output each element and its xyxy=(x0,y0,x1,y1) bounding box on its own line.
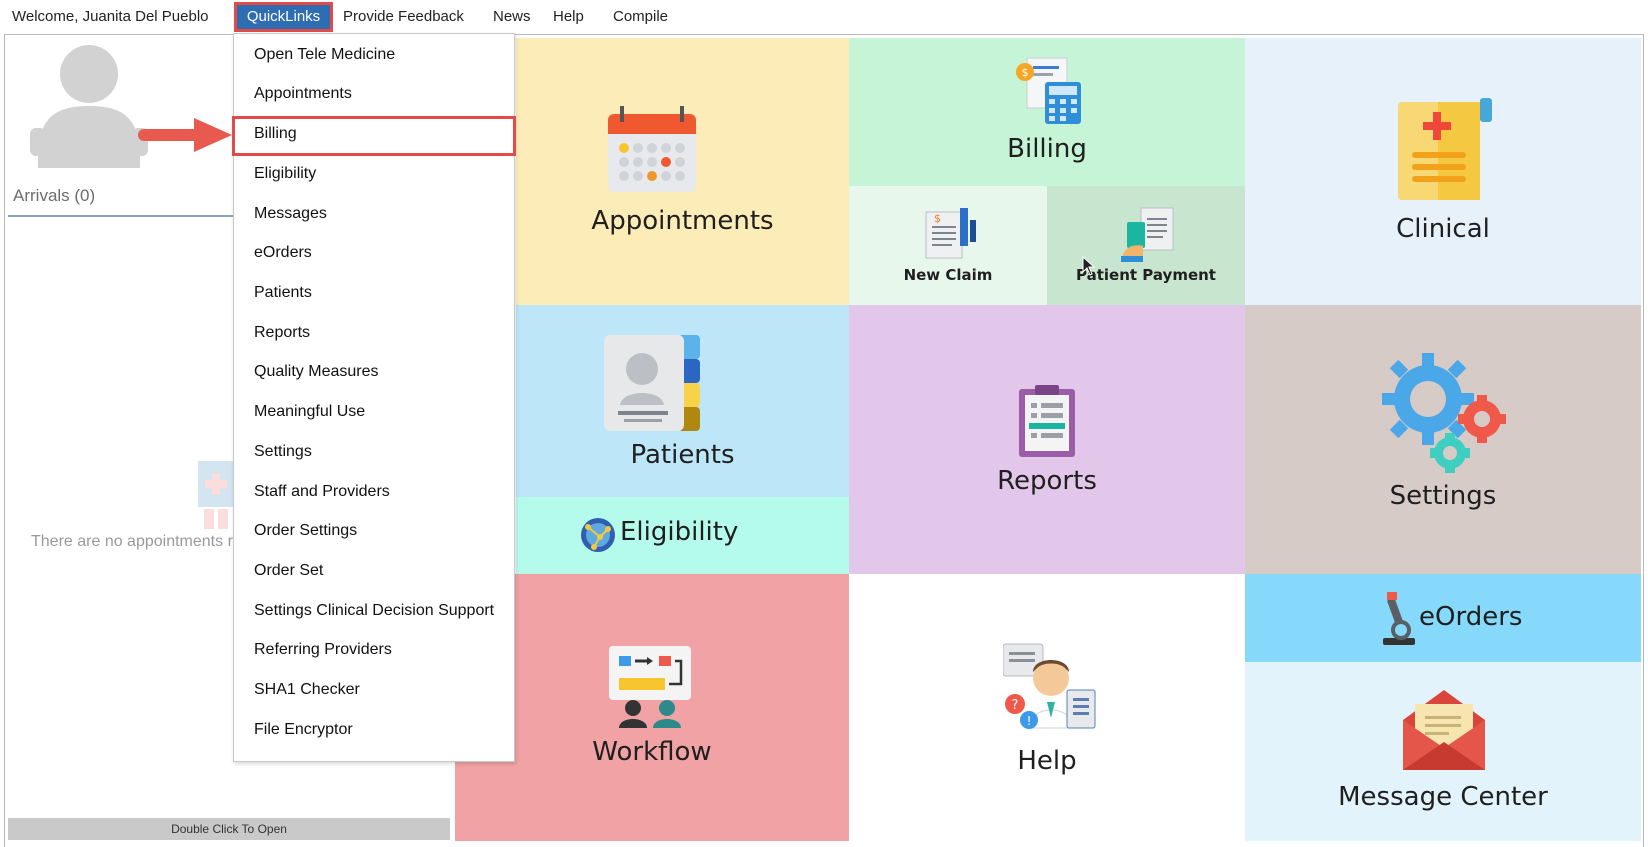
patients-tile[interactable]: Patients xyxy=(516,305,849,497)
svg-text:?: ? xyxy=(1012,698,1019,713)
new-claim-label: New Claim xyxy=(903,266,993,284)
billing-tile[interactable]: $ Billing xyxy=(849,38,1245,186)
patient-payment-label: Patient Payment xyxy=(1076,266,1216,284)
menu-item-eorders[interactable]: eOrders xyxy=(254,244,312,262)
annotation-arrow-icon xyxy=(138,118,232,152)
menu-item-eligibility[interactable]: Eligibility xyxy=(254,165,316,183)
reports-tile-label: Reports xyxy=(997,466,1097,496)
eorders-tile-label: eOrders xyxy=(1419,602,1523,632)
menu-item-quality-measures[interactable]: Quality Measures xyxy=(254,363,379,381)
help-tile[interactable]: ? ! Help xyxy=(849,574,1245,841)
reports-tile[interactable]: Reports xyxy=(849,305,1245,574)
svg-text:$: $ xyxy=(934,212,941,225)
svg-text:!: ! xyxy=(1027,714,1032,728)
menu-item-file-encryptor[interactable]: File Encryptor xyxy=(254,721,353,739)
welcome-text: Welcome, Juanita Del Pueblo xyxy=(12,8,209,25)
news-link[interactable]: News xyxy=(493,8,531,25)
clinical-record-icon xyxy=(1398,98,1492,200)
menu-item-appointments[interactable]: Appointments xyxy=(254,85,352,103)
user-avatar-icon xyxy=(30,45,148,168)
microscope-icon xyxy=(1383,592,1415,645)
mouse-cursor-icon xyxy=(1082,256,1096,276)
message-center-tile[interactable]: Message Center xyxy=(1245,662,1641,841)
quicklinks-menu-button[interactable]: QuickLinks xyxy=(234,2,333,32)
arrivals-header[interactable]: Arrivals (0) xyxy=(13,186,95,206)
menu-item-staff-and-providers[interactable]: Staff and Providers xyxy=(254,483,390,501)
menu-item-order-settings[interactable]: Order Settings xyxy=(254,522,357,540)
menu-item-patients[interactable]: Patients xyxy=(254,284,312,302)
arrivals-divider xyxy=(8,215,233,217)
message-center-tile-label: Message Center xyxy=(1338,782,1548,812)
billing-calculator-icon: $ xyxy=(1016,57,1081,124)
menu-item-messages[interactable]: Messages xyxy=(254,205,327,223)
claim-document-icon: $ xyxy=(925,208,976,259)
patient-payment-icon xyxy=(1121,207,1174,262)
empty-calendar-icon xyxy=(198,461,234,529)
clinical-tile-label: Clinical xyxy=(1396,214,1490,244)
eligibility-tile-label: Eligibility xyxy=(620,517,739,547)
support-agent-icon: ? ! xyxy=(1003,643,1096,729)
calendar-icon xyxy=(608,106,696,192)
billing-tile-label: Billing xyxy=(1007,134,1087,164)
patient-contacts-icon xyxy=(604,335,700,431)
svg-text:$: $ xyxy=(1022,66,1029,79)
help-link[interactable]: Help xyxy=(553,8,584,25)
billing-highlight-box xyxy=(232,116,516,156)
provide-feedback-link[interactable]: Provide Feedback xyxy=(343,8,464,25)
compile-link[interactable]: Compile xyxy=(613,8,668,25)
menu-item-reports[interactable]: Reports xyxy=(254,324,310,342)
menu-item-settings[interactable]: Settings xyxy=(254,443,312,461)
clinical-tile[interactable]: Clinical xyxy=(1245,38,1641,305)
globe-network-icon xyxy=(581,518,615,552)
workflow-board-icon xyxy=(609,646,691,728)
new-claim-tile[interactable]: $ New Claim xyxy=(849,186,1047,305)
double-click-to-open-bar[interactable]: Double Click To Open xyxy=(8,818,450,840)
menu-item-order-set[interactable]: Order Set xyxy=(254,562,323,580)
patient-payment-tile[interactable]: Patient Payment xyxy=(1047,186,1245,305)
eorders-tile[interactable]: eOrders xyxy=(1245,574,1641,662)
menu-item-sha1-checker[interactable]: SHA1 Checker xyxy=(254,681,360,699)
menu-item-open-tele-medicine[interactable]: Open Tele Medicine xyxy=(254,46,395,64)
eligibility-tile[interactable]: Eligibility xyxy=(516,497,849,574)
menu-item-settings-clinical-decision-support[interactable]: Settings Clinical Decision Support xyxy=(254,602,494,620)
envelope-icon xyxy=(1403,690,1485,770)
appointments-tile-label: Appointments xyxy=(591,206,774,236)
top-menu-bar: Welcome, Juanita Del Pueblo QuickLinks P… xyxy=(0,0,1648,33)
help-tile-label: Help xyxy=(1017,746,1077,776)
settings-tile[interactable]: Settings xyxy=(1245,305,1641,574)
patients-tile-label: Patients xyxy=(630,440,735,470)
no-appointments-text: There are no appointments r xyxy=(31,533,233,550)
menu-item-referring-providers[interactable]: Referring Providers xyxy=(254,641,392,659)
settings-tile-label: Settings xyxy=(1389,481,1497,511)
appointments-tile[interactable]: Appointments xyxy=(516,38,849,305)
menu-item-meaningful-use[interactable]: Meaningful Use xyxy=(254,403,365,421)
clipboard-report-icon xyxy=(1019,385,1075,457)
gears-icon xyxy=(1382,353,1506,473)
